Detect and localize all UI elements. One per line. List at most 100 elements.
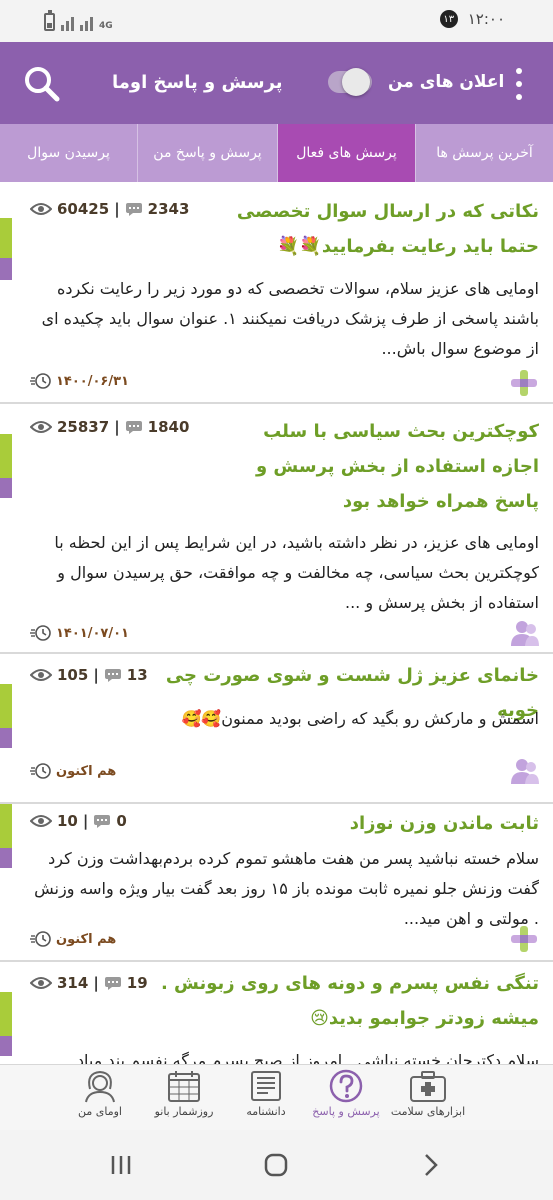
comment-count: 1840 <box>147 418 190 436</box>
side-marker <box>0 684 12 728</box>
signal-icon-2 <box>80 15 93 31</box>
comment-icon <box>104 977 121 990</box>
users-icon <box>511 621 539 646</box>
side-marker <box>0 434 12 478</box>
tab-bar: آخرین پرسش ها پرسش های فعال پرسش و پاسخ … <box>0 124 553 182</box>
status-bar: 4G ۱۳ ۱۲:۰۰ <box>0 0 553 42</box>
woman-avatar-icon <box>85 1070 115 1103</box>
question-date: ۱۴۰۰/۰۶/۳۱ <box>30 372 129 390</box>
network-type: 4G <box>99 21 113 31</box>
home-icon[interactable] <box>261 1150 291 1180</box>
more-menu-icon[interactable] <box>508 66 530 102</box>
view-count: 105 <box>57 666 89 684</box>
clock-history-icon <box>30 763 51 779</box>
question-date: هم اکنون <box>30 762 116 780</box>
date-text: ۱۴۰۰/۰۶/۳۱ <box>56 373 129 389</box>
question-icon <box>329 1069 363 1103</box>
first-aid-kit-icon <box>410 1071 446 1102</box>
question-card[interactable]: ثابت ماندن وزن نوزاد 10 | 0 سلام خسته نب… <box>0 804 553 962</box>
plus-icon <box>511 370 537 396</box>
side-marker <box>0 258 12 280</box>
side-marker <box>0 728 12 748</box>
notification-count-badge: ۱۳ <box>439 10 458 28</box>
question-stats: 314 | 19 <box>30 974 148 992</box>
plus-icon <box>511 926 537 952</box>
side-marker <box>0 478 12 498</box>
question-card[interactable]: کوچکترین بحث سیاسی با سلب اجازه استفاده … <box>0 404 553 654</box>
clock: ۱۲:۰۰ <box>467 10 505 28</box>
battery-icon <box>44 10 55 31</box>
comment-count: 0 <box>116 812 127 830</box>
nav-label: دانشنامه <box>246 1105 286 1118</box>
view-count: 25837 <box>57 418 110 436</box>
nav-label: پرسش و پاسخ <box>312 1105 380 1118</box>
calendar-icon <box>168 1071 200 1102</box>
question-title[interactable]: ثابت ماندن وزن نوزاد <box>239 806 539 841</box>
question-stats: 25837 | 1840 <box>30 418 189 436</box>
question-stats: 105 | 13 <box>30 666 148 684</box>
signal-icon <box>61 15 74 31</box>
eye-icon <box>30 669 52 681</box>
nav-label: ابزارهای سلامت <box>390 1105 466 1118</box>
notifications-label: اعلان های من <box>388 72 505 92</box>
comment-count: 19 <box>126 974 148 992</box>
search-icon[interactable] <box>22 64 62 104</box>
comment-icon <box>104 669 121 682</box>
side-marker <box>0 218 12 258</box>
page-title: پرسش و پاسخ اوما <box>112 72 283 93</box>
eye-icon <box>30 203 52 215</box>
nav-encyclopedia[interactable]: دانشنامه <box>226 1065 306 1131</box>
question-excerpt: سلام دکترجان خسته نباشی . امروز از صبح پ… <box>76 1051 539 1064</box>
question-excerpt: سلام خسته نباشید پسر من هفت ماهشو تموم ک… <box>34 849 539 928</box>
side-marker <box>0 848 12 868</box>
comment-icon <box>125 421 142 434</box>
clock-history-icon <box>30 625 51 641</box>
recent-apps-icon[interactable] <box>106 1150 136 1180</box>
tab-my-questions[interactable]: پرسش و پاسخ من <box>137 124 277 182</box>
app-header: اعلان های من پرسش و پاسخ اوما <box>0 42 553 124</box>
question-card[interactable]: نکاتی که در ارسال سوال تخصصی حتما باید ر… <box>0 182 553 404</box>
view-count: 10 <box>57 812 78 830</box>
question-stats: 60425 | 2343 <box>30 200 189 218</box>
comment-icon <box>125 203 142 216</box>
date-text: ۱۴۰۱/۰۷/۰۱ <box>56 625 129 641</box>
newspaper-icon <box>251 1071 281 1101</box>
view-count: 314 <box>57 974 89 992</box>
question-title[interactable]: نکاتی که در ارسال سوال تخصصی حتما باید ر… <box>209 194 539 264</box>
tab-latest-questions[interactable]: آخرین پرسش ها <box>415 124 553 182</box>
eye-icon <box>30 815 52 827</box>
side-marker <box>0 1036 12 1056</box>
question-excerpt: اومایی های عزیز، در نظر داشته باشید، در … <box>54 533 539 612</box>
question-title[interactable]: کوچکترین بحث سیاسی با سلب اجازه استفاده … <box>239 414 539 519</box>
question-feed[interactable]: نکاتی که در ارسال سوال تخصصی حتما باید ر… <box>0 182 553 1064</box>
view-count: 60425 <box>57 200 110 218</box>
users-icon <box>511 759 539 784</box>
eye-icon <box>30 421 52 433</box>
system-navigation-bar <box>0 1130 553 1200</box>
clock-history-icon <box>30 373 51 389</box>
question-excerpt: اومایی های عزیز سلام، سوالات تخصصی که دو… <box>41 279 539 358</box>
comment-count: 2343 <box>147 200 190 218</box>
question-date: ۱۴۰۱/۰۷/۰۱ <box>30 624 129 642</box>
nav-qa[interactable]: پرسش و پاسخ <box>306 1065 386 1131</box>
nav-health-tools[interactable]: ابزارهای سلامت <box>384 1065 472 1131</box>
comment-count: 13 <box>126 666 148 684</box>
date-text: هم اکنون <box>56 763 117 779</box>
tab-active-questions[interactable]: پرسش های فعال <box>277 124 415 182</box>
notifications-toggle[interactable] <box>328 68 372 96</box>
nav-label: روزشمار بانو <box>154 1105 214 1118</box>
question-card[interactable]: خانمای عزیز ژل شست و شوی صورت چی خوبه 10… <box>0 654 553 804</box>
question-excerpt: اسمش و مارکش رو بگید که راضی بودید ممنون… <box>181 709 539 728</box>
bottom-navigation: ابزارهای سلامت پرسش و پاسخ دانشنامه روزش… <box>0 1064 553 1130</box>
question-title[interactable]: تنگی نفس پسرم و دونه های روی زبونش . میش… <box>139 966 539 1036</box>
question-date: هم اکنون <box>30 930 116 948</box>
back-icon[interactable] <box>416 1150 446 1180</box>
nav-my-ooma[interactable]: اومای من <box>58 1065 142 1131</box>
clock-history-icon <box>30 931 51 947</box>
question-card[interactable]: تنگی نفس پسرم و دونه های روی زبونش . میش… <box>0 962 553 1064</box>
date-text: هم اکنون <box>56 931 117 947</box>
side-marker <box>0 992 12 1036</box>
comment-icon <box>94 815 111 828</box>
nav-calendar[interactable]: روزشمار بانو <box>140 1065 228 1131</box>
tab-ask-question[interactable]: پرسیدن سوال <box>0 124 137 182</box>
